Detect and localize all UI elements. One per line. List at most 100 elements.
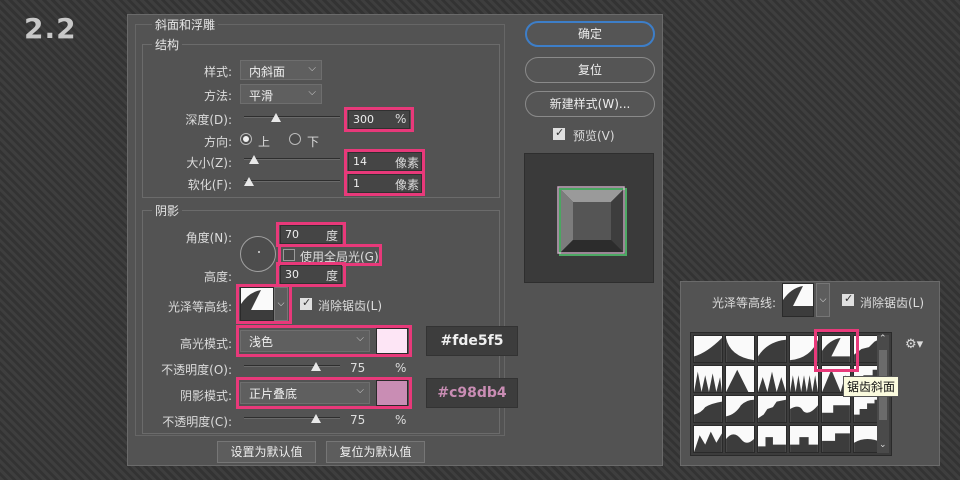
structure-title: 结构 — [152, 36, 183, 53]
contour-preset[interactable] — [693, 425, 723, 453]
depth-highlight — [344, 107, 414, 132]
altitude-label: 高度: — [203, 270, 232, 284]
style-select-value: 内斜面 — [249, 65, 286, 79]
panel-anti-alias-checkbox[interactable] — [842, 292, 854, 306]
preview-label: 预览(V) — [573, 129, 615, 143]
panel-anti-alias-label: 消除锯齿(L) — [860, 296, 925, 310]
new-style-button[interactable]: 新建样式(W)... — [525, 91, 655, 117]
set-default-button[interactable]: 设置为默认值 — [217, 441, 316, 463]
sawtooth-bevel-highlight — [814, 329, 859, 372]
contour-curve-icon — [790, 437, 818, 452]
angle-label: 角度(N): — [185, 231, 232, 245]
style-label: 样式: — [203, 65, 232, 79]
step-label: 2.2 — [24, 12, 77, 45]
highlight-color-code: #fde5f5 — [426, 326, 518, 356]
gloss-contour-highlight — [236, 284, 292, 324]
dialog-title: 斜面和浮雕 — [152, 16, 219, 33]
contour-preset[interactable] — [789, 395, 819, 423]
contour-preset[interactable] — [757, 335, 787, 363]
method-label: 方法: — [203, 89, 232, 103]
reset-button[interactable]: 复位 — [525, 57, 655, 83]
anti-alias-label: 消除锯齿(L) — [318, 299, 383, 313]
angle-dial[interactable] — [240, 236, 276, 272]
highlight-opacity-unit: % — [395, 361, 407, 375]
bevel-preview-image — [557, 186, 627, 256]
panel-contour-preview[interactable] — [782, 283, 814, 317]
chevron-down-icon: ⌵ — [819, 295, 827, 305]
contour-preset[interactable] — [725, 425, 755, 453]
style-preview — [524, 153, 654, 283]
contour-curve-icon — [694, 371, 722, 392]
chevron-down-icon: ⌵ — [308, 63, 316, 74]
contour-curve-icon — [822, 433, 850, 452]
size-slider-thumb[interactable] — [248, 155, 259, 164]
style-select[interactable]: 内斜面 ⌵ — [240, 60, 322, 80]
contour-preset[interactable] — [757, 395, 787, 423]
shadow-opacity-unit: % — [395, 413, 407, 427]
contour-curve-icon — [726, 369, 749, 392]
shadow-opacity-thumb[interactable] — [311, 414, 321, 423]
contour-tooltip: 锯齿斜面 — [843, 376, 900, 397]
contour-preset[interactable] — [821, 395, 851, 423]
contour-curve-icon — [758, 399, 786, 422]
soften-slider-thumb[interactable] — [243, 177, 254, 186]
highlight-opacity-track[interactable] — [244, 365, 340, 367]
gear-icon[interactable]: ⚙▾ — [905, 337, 923, 352]
gloss-contour-label: 光泽等高线: — [167, 300, 232, 314]
contour-curve-icon — [783, 286, 813, 316]
contour-preset[interactable] — [725, 395, 755, 423]
method-select-value: 平滑 — [249, 89, 274, 103]
shadow-opacity-label: 不透明度(C): — [162, 415, 232, 429]
direction-down-radio[interactable] — [289, 133, 301, 145]
shadow-color-code: #c98db4 — [426, 378, 518, 408]
contour-preset[interactable] — [757, 425, 787, 453]
preview-checkbox[interactable] — [553, 126, 565, 140]
method-select[interactable]: 平滑 ⌵ — [240, 84, 322, 104]
scroll-up-icon[interactable]: ⌃ — [879, 334, 887, 344]
contour-preset[interactable] — [821, 425, 851, 453]
soften-label: 软化(F): — [187, 178, 232, 192]
depth-label: 深度(D): — [185, 113, 232, 127]
contour-preset[interactable] — [693, 365, 723, 393]
contour-curve-icon — [790, 405, 818, 422]
size-label: 大小(Z): — [186, 156, 232, 170]
contour-preset[interactable] — [693, 395, 723, 423]
highlight-mode-highlight — [236, 325, 412, 357]
panel-gloss-contour-label: 光泽等高线: — [712, 296, 777, 310]
shadow-mode-highlight — [236, 377, 412, 409]
contour-preset[interactable] — [789, 425, 819, 453]
direction-down-label: 下 — [307, 135, 320, 149]
direction-up-radio[interactable] — [240, 133, 252, 145]
contour-curve-icon — [726, 337, 754, 362]
direction-label: 方向: — [203, 135, 232, 149]
anti-alias-checkbox[interactable] — [300, 296, 312, 310]
highlight-opacity-thumb[interactable] — [311, 362, 321, 371]
contour-curve-icon — [822, 405, 850, 422]
shadow-opacity-value[interactable]: 75 — [350, 413, 365, 427]
contour-curve-icon — [694, 401, 722, 422]
depth-slider-track[interactable] — [244, 116, 340, 118]
shadow-opacity-track[interactable] — [244, 417, 340, 419]
contour-curve-icon — [694, 337, 722, 362]
contour-curve-icon — [726, 434, 754, 452]
soften-highlight — [344, 171, 425, 196]
contour-curve-icon — [758, 339, 786, 362]
contour-curve-icon — [726, 399, 754, 422]
highlight-opacity-value[interactable]: 75 — [350, 361, 365, 375]
depth-slider-thumb[interactable] — [270, 113, 281, 122]
contour-curve-icon — [694, 431, 722, 452]
contour-preset[interactable] — [693, 335, 723, 363]
direction-up-label: 上 — [258, 135, 271, 149]
contour-curve-icon — [758, 437, 786, 452]
contour-preset[interactable] — [725, 365, 755, 393]
contour-curve-icon — [758, 371, 786, 392]
panel-contour-dropdown[interactable]: ⌵ — [816, 283, 830, 317]
scroll-down-icon[interactable]: ⌄ — [879, 440, 887, 450]
reset-default-button[interactable]: 复位为默认值 — [326, 441, 425, 463]
shading-title: 阴影 — [152, 202, 183, 219]
contour-preset[interactable] — [757, 365, 787, 393]
highlight-mode-label: 高光模式: — [179, 337, 232, 351]
ok-button[interactable]: 确定 — [525, 21, 655, 47]
contour-preset[interactable] — [725, 335, 755, 363]
soften-slider-track[interactable] — [244, 180, 340, 182]
